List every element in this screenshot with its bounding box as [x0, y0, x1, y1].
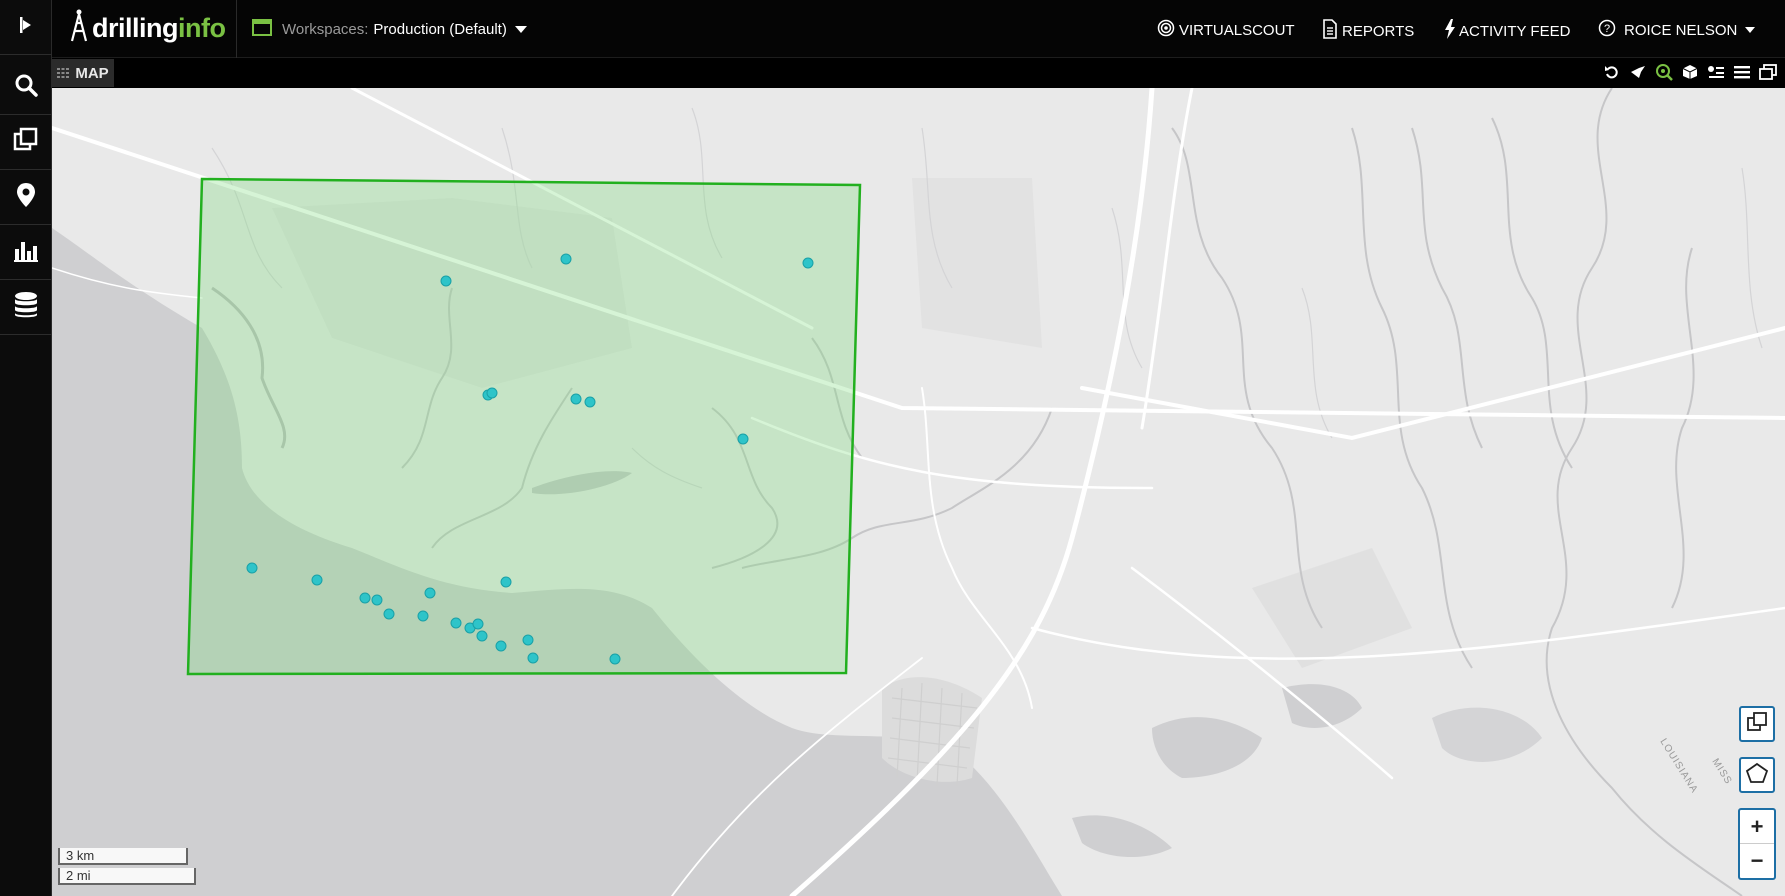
- map-label-louisiana: LOUISIANA: [1657, 737, 1699, 796]
- svg-text:?: ?: [1604, 23, 1610, 35]
- list-icon[interactable]: [1733, 63, 1751, 81]
- well-marker[interactable]: [522, 634, 534, 646]
- workspace-label: Workspaces:: [282, 21, 369, 38]
- well-marker[interactable]: [359, 592, 371, 604]
- well-marker[interactable]: [584, 396, 596, 408]
- sidebar-item-charts[interactable]: [0, 225, 52, 280]
- help-icon: ?: [1598, 19, 1616, 41]
- aoi-polygon[interactable]: [186, 177, 862, 676]
- well-marker[interactable]: [311, 574, 323, 586]
- arrow-flag-icon: [15, 14, 37, 41]
- well-marker[interactable]: [527, 652, 539, 664]
- window-icon[interactable]: [1759, 63, 1777, 81]
- sidebar-item-data[interactable]: [0, 280, 52, 335]
- well-marker[interactable]: [246, 562, 258, 574]
- tab-map-label: MAP: [75, 64, 109, 82]
- chevron-down-icon: [514, 26, 527, 33]
- pin-tool-icon[interactable]: [1629, 63, 1647, 81]
- layers-control-button[interactable]: [1739, 706, 1775, 742]
- scale-bar-km: 3 km: [58, 848, 188, 865]
- sidebar-item-locations[interactable]: [0, 170, 52, 225]
- well-marker[interactable]: [609, 653, 621, 665]
- well-marker[interactable]: [424, 587, 436, 599]
- target-icon: [1157, 19, 1175, 41]
- derrick-icon: [70, 9, 88, 48]
- user-menu[interactable]: ? ROICE NELSON: [1598, 19, 1756, 41]
- well-marker[interactable]: [440, 275, 452, 287]
- zoom-to-icon[interactable]: [1655, 63, 1673, 81]
- workspace-selector[interactable]: Workspaces: Production (Default): [252, 19, 527, 40]
- user-name: ROICE NELSON: [1624, 21, 1738, 39]
- sidebar-item-layers[interactable]: [0, 115, 52, 170]
- zoom-control: + −: [1738, 808, 1776, 880]
- draw-polygon-button[interactable]: [1739, 757, 1775, 793]
- legend-icon[interactable]: [1707, 63, 1725, 81]
- basemap: LOUISIANA MISS: [52, 88, 1785, 896]
- undo-icon[interactable]: [1603, 63, 1621, 81]
- zoom-in-button[interactable]: +: [1740, 810, 1774, 844]
- nav-reports-label: REPORTS: [1342, 22, 1415, 40]
- logo-text-drilling: drilling: [92, 12, 179, 43]
- well-marker[interactable]: [371, 594, 383, 606]
- zoom-out-button[interactable]: −: [1740, 844, 1774, 877]
- scale-bar-mi: 2 mi: [58, 868, 196, 885]
- map-pin-icon: [15, 181, 37, 214]
- map-tools: [1603, 63, 1777, 81]
- well-marker[interactable]: [570, 393, 582, 405]
- nav-reports[interactable]: REPORTS: [1322, 19, 1414, 43]
- well-marker[interactable]: [737, 433, 749, 445]
- well-marker[interactable]: [560, 253, 572, 265]
- document-icon: [1322, 19, 1338, 43]
- well-marker[interactable]: [500, 576, 512, 588]
- scale-mi-label: 2 mi: [66, 868, 91, 883]
- left-sidebar: [0, 0, 52, 896]
- grid-icon: [57, 65, 70, 82]
- well-marker[interactable]: [383, 608, 395, 620]
- chevron-down-icon: [1745, 27, 1756, 33]
- layers-icon: [13, 127, 39, 158]
- window-icon: [252, 19, 272, 40]
- tab-map[interactable]: MAP: [52, 59, 114, 87]
- lightning-icon: [1444, 19, 1456, 43]
- sidebar-item-search[interactable]: [0, 60, 52, 115]
- scale-km-label: 3 km: [66, 848, 95, 863]
- pentagon-icon: [1745, 762, 1769, 789]
- well-marker[interactable]: [450, 617, 462, 629]
- sidebar-item-home[interactable]: [0, 0, 52, 55]
- nav-activity-feed[interactable]: ACTIVITY FEED: [1444, 19, 1570, 43]
- box-icon[interactable]: [1681, 63, 1699, 81]
- layers-icon: [1746, 711, 1768, 738]
- workspace-value: Production (Default): [373, 21, 507, 38]
- logo-text-info: info: [178, 12, 226, 43]
- drillinginfo-logo[interactable]: drilling info: [70, 8, 226, 48]
- divider: [236, 0, 237, 58]
- nav-virtualscout-label: VIRTUALSCOUT: [1179, 21, 1295, 39]
- database-icon: [13, 291, 39, 324]
- well-marker[interactable]: [495, 640, 507, 652]
- nav-activity-feed-label: ACTIVITY FEED: [1459, 22, 1571, 40]
- search-icon: [13, 72, 39, 103]
- map-toolbar: [52, 59, 1785, 88]
- well-marker[interactable]: [472, 618, 484, 630]
- nav-virtualscout[interactable]: VIRTUALSCOUT: [1157, 19, 1295, 41]
- well-marker[interactable]: [476, 630, 488, 642]
- map-label-miss: MISS: [1709, 757, 1733, 787]
- well-marker[interactable]: [417, 610, 429, 622]
- bar-chart-icon: [12, 237, 40, 268]
- map-canvas[interactable]: LOUISIANA MISS 3 km 2 mi: [52, 88, 1785, 896]
- well-marker[interactable]: [486, 387, 498, 399]
- well-marker[interactable]: [802, 257, 814, 269]
